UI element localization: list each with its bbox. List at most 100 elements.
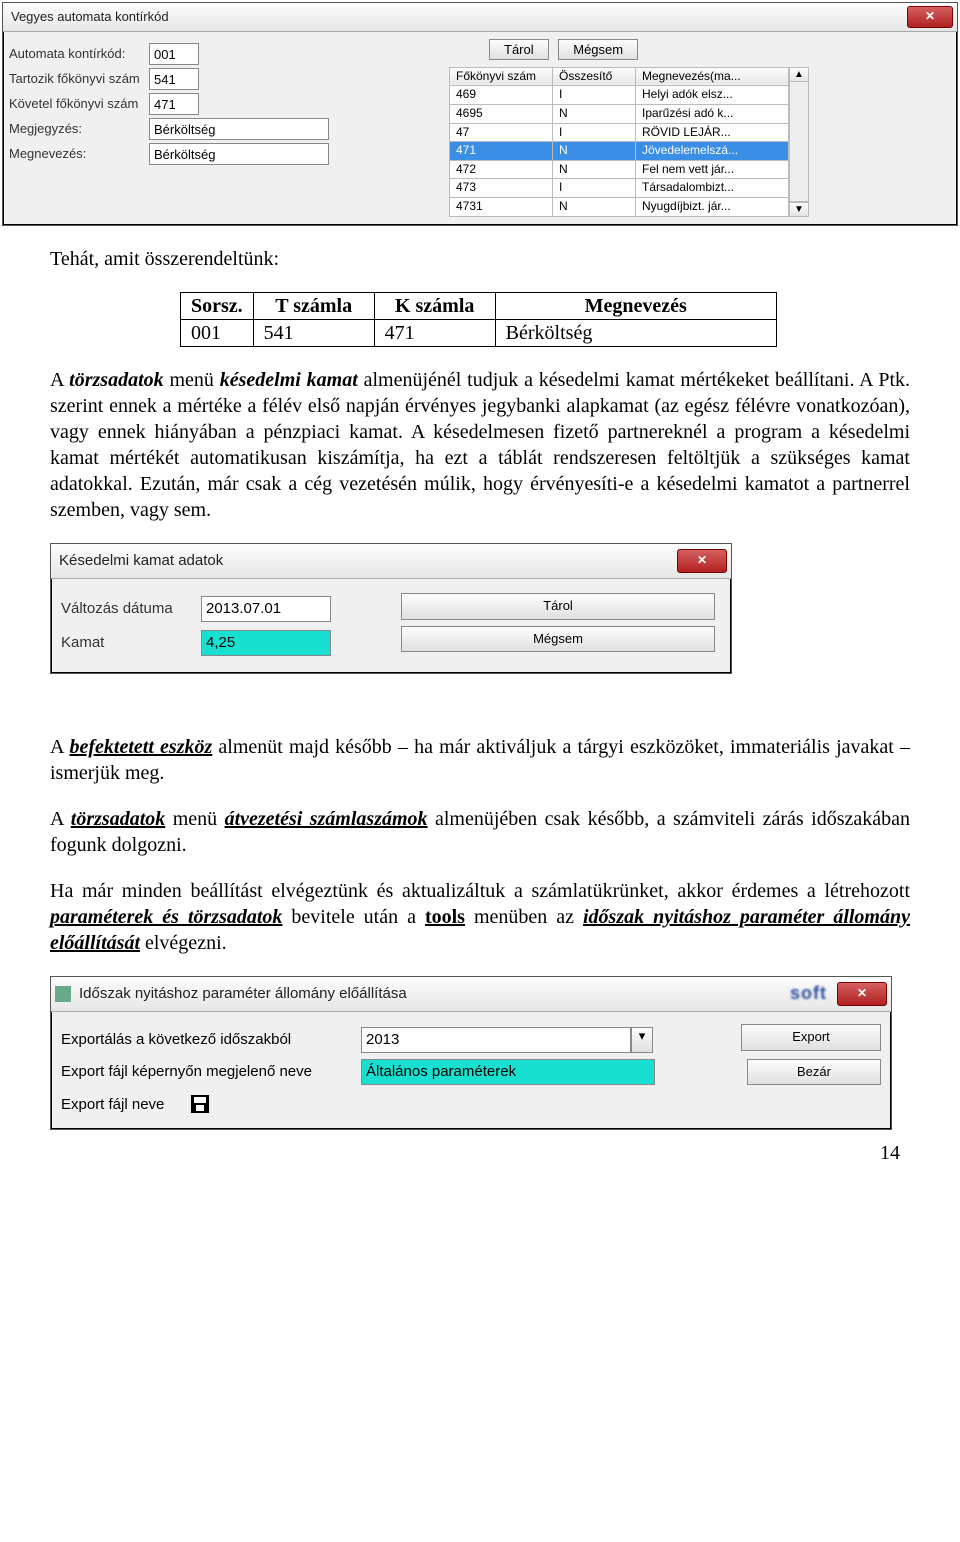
text: menüben az xyxy=(465,906,583,928)
text: bevitele után a xyxy=(282,906,425,928)
input-screen-name[interactable] xyxy=(361,1059,655,1085)
input-megnevezes[interactable] xyxy=(149,143,329,165)
table-row[interactable]: 471NJövedelemelszá... xyxy=(450,142,789,161)
input-kovetel[interactable] xyxy=(149,93,199,115)
cell: I xyxy=(553,179,636,198)
save-icon[interactable] xyxy=(191,1095,209,1113)
window-title: Időszak nyitáshoz paraméter állomány elő… xyxy=(75,984,790,1004)
table-row[interactable]: 47IRÖVID LEJÁR... xyxy=(450,123,789,142)
titlebar: Időszak nyitáshoz paraméter állomány elő… xyxy=(51,977,891,1012)
label: Automata kontírkód: xyxy=(9,46,149,63)
text: A xyxy=(50,369,69,391)
text: menü xyxy=(164,369,220,391)
chevron-down-icon[interactable]: ▾ xyxy=(631,1027,653,1053)
cell: 471 xyxy=(374,319,495,346)
col-header: Összesítő xyxy=(553,67,636,86)
label: Exportálás a következő időszakból xyxy=(61,1030,361,1050)
table-row[interactable]: 4695NIparűzési adó k... xyxy=(450,105,789,124)
table-row[interactable]: 469IHelyi adók elsz... xyxy=(450,86,789,105)
text: Ha már minden beállítást elvégeztünk és … xyxy=(50,880,910,902)
app-icon xyxy=(55,986,71,1002)
close-icon[interactable]: ✕ xyxy=(677,549,727,573)
text-bold-italic-underline: átvezetési számlaszámok xyxy=(225,808,428,830)
cell: 471 xyxy=(450,142,553,161)
col-header: Főkönyvi szám xyxy=(450,67,553,86)
cell: Társadalombizt... xyxy=(636,179,789,198)
dialog-idoszak-nyitas: Időszak nyitáshoz paraméter állomány elő… xyxy=(50,976,892,1131)
select-year[interactable] xyxy=(361,1027,631,1053)
label: Követel főkönyvi szám xyxy=(9,96,149,113)
text-bold-italic-underline: paraméterek és törzsadatok xyxy=(50,906,282,928)
cell: Jövedelemelszá... xyxy=(636,142,789,161)
text-bold-underline: tools xyxy=(425,906,465,928)
cancel-button[interactable]: Mégsem xyxy=(401,626,715,653)
text: almenüjénél tudjuk a késedelmi kamat mér… xyxy=(50,369,910,521)
form-left: Automata kontírkód: Tartozik főkönyvi sz… xyxy=(9,40,349,217)
input-tartozik[interactable] xyxy=(149,68,199,90)
col-header: Sorsz. xyxy=(181,292,254,319)
scroll-down-icon[interactable]: ▼ xyxy=(789,202,809,217)
label: Megnevezés: xyxy=(9,146,149,163)
col-header: Megnevezés xyxy=(495,292,776,319)
paragraph: A befektetett eszköz almenüt majd később… xyxy=(50,734,910,786)
text: menü xyxy=(165,808,224,830)
cell: N xyxy=(553,160,636,179)
cell: N xyxy=(553,198,636,217)
cell: 4695 xyxy=(450,105,553,124)
scrollbar[interactable] xyxy=(789,82,809,202)
cell: I xyxy=(553,123,636,142)
export-button[interactable]: Export xyxy=(741,1024,881,1051)
text: A xyxy=(50,808,71,830)
input-kamat[interactable] xyxy=(201,630,331,656)
input-megjegyzes[interactable] xyxy=(149,118,329,140)
cell: N xyxy=(553,142,636,161)
cell: 541 xyxy=(253,319,374,346)
text-bold-italic-underline: befektetett eszköz xyxy=(70,736,213,758)
label: Változás dátuma xyxy=(61,599,201,619)
store-button[interactable]: Tárol xyxy=(489,39,549,60)
label: Tartozik főkönyvi szám xyxy=(9,71,149,88)
text: A xyxy=(50,736,70,758)
cell: Nyugdíjbizt. jár... xyxy=(636,198,789,217)
lookup-table[interactable]: Főkönyvi számÖsszesítőMegnevezés(ma... 4… xyxy=(449,67,789,217)
label: Megjegyzés: xyxy=(9,121,149,138)
text-bold-italic: törzsadatok xyxy=(69,369,163,391)
titlebar: Vegyes automata kontírkód ✕ xyxy=(3,3,957,32)
table-row[interactable]: 473ITársadalombizt... xyxy=(450,179,789,198)
table-row[interactable]: 4731NNyugdíjbizt. jár... xyxy=(450,198,789,217)
cell: N xyxy=(553,105,636,124)
cell: RÖVID LEJÁR... xyxy=(636,123,789,142)
cell: 473 xyxy=(450,179,553,198)
text-bold-italic: késedelmi kamat xyxy=(220,369,358,391)
close-icon[interactable]: ✕ xyxy=(837,982,887,1006)
dialog-kesedelmi-kamat: Késedelmi kamat adatok ✕ Változás dátuma… xyxy=(50,543,732,674)
close-button[interactable]: Bezár xyxy=(747,1059,881,1086)
table-row: 001 541 471 Bérköltség xyxy=(181,319,777,346)
close-icon[interactable]: ✕ xyxy=(907,6,953,28)
paragraph: A törzsadatok menü késedelmi kamat almen… xyxy=(50,367,910,523)
cell: Fel nem vett jár... xyxy=(636,160,789,179)
scroll-up-icon[interactable]: ▲ xyxy=(789,67,809,82)
form-right: Tárol Mégsem Főkönyvi számÖsszesítőMegne… xyxy=(349,40,951,217)
col-header: T számla xyxy=(253,292,374,319)
brand-logo: soft xyxy=(790,982,827,1005)
col-header: Megnevezés(ma... xyxy=(636,67,789,86)
col-header: K számla xyxy=(374,292,495,319)
store-button[interactable]: Tárol xyxy=(401,593,715,620)
cell: I xyxy=(553,86,636,105)
table-row[interactable]: 472NFel nem vett jár... xyxy=(450,160,789,179)
text: elvégezni. xyxy=(140,932,227,954)
cell: 001 xyxy=(181,319,254,346)
cancel-button[interactable]: Mégsem xyxy=(558,39,638,60)
cell: Helyi adók elsz... xyxy=(636,86,789,105)
cell: Bérköltség xyxy=(495,319,776,346)
label: Kamat xyxy=(61,633,201,653)
paragraph: Ha már minden beállítást elvégeztünk és … xyxy=(50,878,910,956)
dialog-kontirkod: Vegyes automata kontírkód ✕ Automata kon… xyxy=(2,2,958,226)
input-kod[interactable] xyxy=(149,43,199,65)
page-number: 14 xyxy=(50,1140,910,1166)
input-date[interactable] xyxy=(201,596,331,622)
cell: 4731 xyxy=(450,198,553,217)
window-title: Késedelmi kamat adatok xyxy=(55,551,677,571)
label: Export fájl képernyőn megjelenő neve xyxy=(61,1062,361,1082)
